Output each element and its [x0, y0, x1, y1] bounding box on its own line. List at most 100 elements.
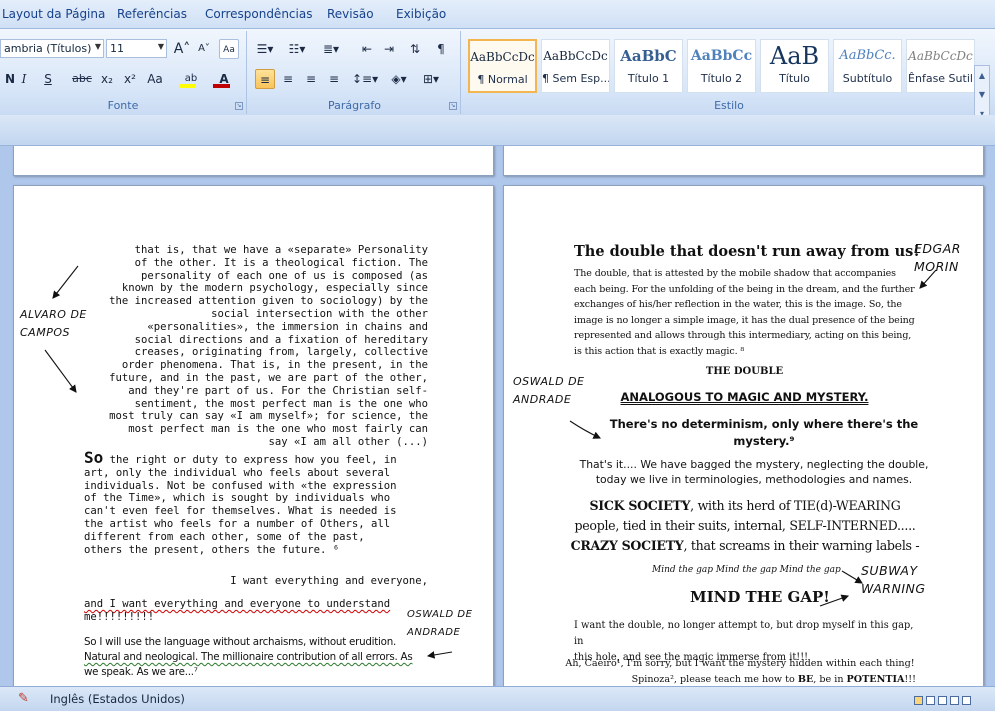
- spinoza-potentia: POTENTIA: [846, 674, 905, 685]
- quote-line: say «I am all other (...): [268, 435, 428, 448]
- double-paragraph: The double, that is attested by the mobi…: [574, 266, 915, 359]
- quote-line: order phenomena. That is, in the present…: [121, 359, 428, 372]
- paragraph-group: ☰▾ ☷▾ ≣▾ ⇤ ⇥ ⇅ ¶ ≡ ≡ ≡ ≡ ↕≡▾ ◈▾ ⊞▾ Parág…: [249, 31, 461, 114]
- underline-button[interactable]: S: [38, 69, 58, 89]
- status-bar: ✎ Inglês (Estados Unidos): [0, 686, 995, 711]
- web-layout-icon[interactable]: [938, 696, 947, 705]
- style-no-spacing[interactable]: AaBbCcDc ¶ Sem Esp...: [541, 39, 610, 93]
- spinoza-c: !!!: [904, 674, 916, 685]
- highlight-label: ab: [184, 73, 198, 84]
- strikethrough-button[interactable]: abc: [72, 69, 92, 89]
- show-marks-button[interactable]: ¶: [431, 39, 451, 59]
- align-left-button[interactable]: ≡: [255, 69, 275, 89]
- font-group: ambria (Títulos) ▼ 11 ▼ A˄ A˅ Aa N I S abc…: [0, 31, 247, 114]
- font-group-label: Fonte: [107, 99, 139, 112]
- so-line: others the present, others the future. ⁶: [84, 543, 340, 556]
- sick-line-0: SICK SOCIETY, with its herd of TIE(d)-WE…: [570, 496, 920, 516]
- spinoza-be: BE: [797, 674, 814, 685]
- outline-icon[interactable]: [950, 696, 959, 705]
- mind-gap-big: MIND THE GAP!: [690, 588, 830, 606]
- tab-mailings[interactable]: Correspondências: [205, 7, 312, 21]
- language-indicator[interactable]: Inglês (Estados Unidos): [50, 692, 185, 706]
- highlight-color-swatch: [179, 84, 196, 88]
- want-double-line-0: I want the double, no longer attempt to,…: [574, 620, 914, 647]
- quote-line: the increased attention given to sociolo…: [109, 295, 428, 308]
- so-line: can't even feel for themselves. What is …: [84, 505, 397, 518]
- tab-view[interactable]: Exibição: [396, 7, 446, 21]
- style-subtle-emphasis[interactable]: AaBbCcDc Ênfase Sutil: [906, 39, 975, 93]
- doc-heading: The double that doesn't run away from us…: [574, 243, 920, 260]
- style-name: Subtítulo: [842, 72, 893, 85]
- change-case-button[interactable]: Aa: [145, 69, 165, 89]
- so-paragraph: So the right or duty to express how you …: [84, 450, 432, 556]
- decrease-indent-button[interactable]: ⇤: [357, 39, 377, 59]
- style-sample: AaBbCcDc: [470, 50, 535, 64]
- sick-bold-2: CRAZY SOCIETY: [570, 538, 684, 553]
- font-color-button[interactable]: A: [210, 69, 238, 89]
- mind-gap-small: Mind the gap Mind the gap Mind the gap: [652, 565, 841, 575]
- ribbon-tabs: Layout da Página Referências Correspondê…: [0, 0, 995, 29]
- style-heading-2[interactable]: AaBbCc Título 2: [687, 39, 756, 93]
- tab-references[interactable]: Referências: [117, 7, 187, 21]
- clear-format-button[interactable]: Aa: [219, 39, 239, 59]
- font-size-box[interactable]: 11 ▼: [106, 39, 167, 58]
- align-right-button[interactable]: ≡: [301, 69, 321, 89]
- paragraph-group-label: Parágrafo: [328, 99, 381, 112]
- double-line: represented and allows through this inte…: [574, 330, 912, 341]
- so-word: So: [84, 448, 104, 467]
- paragraph-dialog-launcher-icon[interactable]: ↘: [449, 102, 457, 110]
- quote-line: that is, that we have a «separate» Perso…: [134, 244, 428, 256]
- document-area[interactable]: that is, that we have a «separate» Perso…: [0, 146, 995, 686]
- align-center-button[interactable]: ≡: [278, 69, 298, 89]
- double-line: exchanges of his/her reflection in the w…: [574, 299, 902, 310]
- annotation-subway: SUBWAY WARNING: [861, 563, 926, 596]
- highlight-button[interactable]: ab: [176, 69, 206, 89]
- style-name: Título 1: [627, 72, 670, 85]
- sick-line-2: CRAZY SOCIETY, that screams in their war…: [570, 536, 920, 556]
- quote-line: known by the modern psychology, especial…: [121, 282, 428, 295]
- increase-indent-button[interactable]: ⇥: [379, 39, 399, 59]
- subscript-button[interactable]: x₂: [97, 69, 117, 89]
- bullets-button[interactable]: ☰▾: [255, 39, 275, 59]
- numbering-button[interactable]: ☷▾: [287, 39, 307, 59]
- ribbon: ambria (Títulos) ▼ 11 ▼ A˄ A˅ Aa N I S abc…: [0, 29, 995, 123]
- and-paragraph: and I want everything and everyone to un…: [84, 598, 426, 624]
- sick-society-text: SICK SOCIETY, with its herd of TIE(d)-WE…: [570, 496, 920, 556]
- borders-button[interactable]: ⊞▾: [421, 69, 441, 89]
- font-dialog-launcher-icon[interactable]: ↘: [235, 102, 243, 110]
- clear-format-label: Aa: [223, 45, 235, 55]
- justify-button[interactable]: ≡: [324, 69, 344, 89]
- page-right[interactable]: The double that doesn't run away from us…: [503, 185, 984, 686]
- italic-button[interactable]: I: [14, 69, 34, 89]
- so-line: art, only the individual who feels about…: [84, 466, 391, 479]
- style-subtitle[interactable]: AaBbCc. Subtítulo: [833, 39, 902, 93]
- style-title[interactable]: AaB Título: [760, 39, 829, 93]
- thats-it-text: That's it.... We have bagged the mystery…: [534, 457, 974, 487]
- multilevel-list-button[interactable]: ≣▾: [321, 39, 341, 59]
- shrink-font-button[interactable]: A˅: [194, 39, 214, 59]
- style-sample: AaB: [769, 42, 820, 70]
- proofing-icon[interactable]: ✎: [18, 691, 29, 706]
- shading-button[interactable]: ◈▾: [389, 69, 409, 89]
- draft-icon[interactable]: [962, 696, 971, 705]
- view-buttons: [914, 693, 974, 707]
- font-name-box[interactable]: ambria (Títulos) ▼: [0, 39, 104, 58]
- spinoza-b: , be in: [813, 674, 847, 685]
- grow-font-button[interactable]: A˄: [172, 39, 192, 59]
- style-heading-1[interactable]: AaBbC Título 1: [614, 39, 683, 93]
- sick-line-1: people, tied in their suits, internal, S…: [570, 516, 920, 536]
- sort-button[interactable]: ⇅: [405, 39, 425, 59]
- print-layout-icon[interactable]: [914, 696, 923, 705]
- style-normal[interactable]: AaBbCcDc ¶ Normal: [468, 39, 537, 93]
- line-spacing-button[interactable]: ↕≡▾: [352, 69, 378, 89]
- so-line: different from each other, some of the p…: [84, 530, 365, 543]
- tab-layout[interactable]: Layout da Página: [2, 7, 105, 21]
- caeiro-line: Ah, Caeiro¹, I'm sorry, but I want the m…: [565, 658, 915, 669]
- tab-review[interactable]: Revisão: [327, 7, 374, 21]
- determinism-line-0: There's no determinism, only where there…: [609, 417, 919, 431]
- superscript-button[interactable]: x²: [120, 69, 140, 89]
- style-name: ¶ Normal: [477, 73, 528, 86]
- full-screen-icon[interactable]: [926, 696, 935, 705]
- quote-line: and they're part of us. For the Christia…: [128, 384, 428, 397]
- style-sample: AaBbCcDc: [543, 49, 608, 63]
